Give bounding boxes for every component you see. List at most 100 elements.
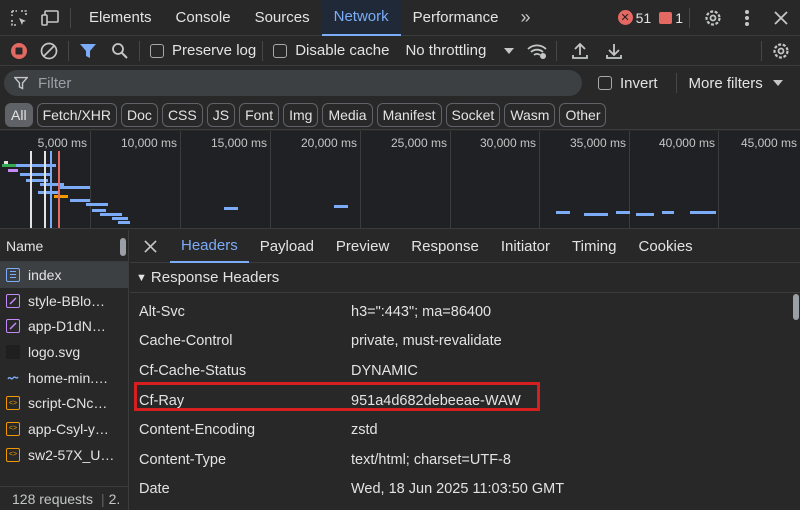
stylesheet-icon bbox=[6, 293, 20, 308]
tab-performance[interactable]: Performance bbox=[401, 0, 511, 36]
request-name: script-CNc… bbox=[28, 395, 108, 412]
inspect-element-icon[interactable] bbox=[6, 5, 32, 31]
response-header-row[interactable]: Content-Type text/html; charset=UTF-8 bbox=[130, 445, 790, 475]
checkbox-box[interactable] bbox=[150, 43, 164, 58]
clear-icon[interactable] bbox=[36, 38, 62, 64]
more-tabs-icon[interactable]: » bbox=[513, 5, 539, 31]
filter-chip-manifest[interactable]: Manifest bbox=[376, 102, 442, 127]
requests-summary: 128 requests | 2. bbox=[0, 486, 128, 510]
more-options-icon[interactable] bbox=[734, 5, 760, 31]
devtools-tab-bar: Elements Console Sources Network Performance… bbox=[0, 0, 800, 36]
waterfall-bar bbox=[662, 211, 674, 214]
timeline-tick-label: 20,000 ms bbox=[300, 136, 357, 150]
filter-chip-font[interactable]: Font bbox=[239, 102, 280, 127]
preserve-log-label: Preserve log bbox=[172, 42, 257, 59]
device-toolbar-icon[interactable] bbox=[38, 5, 64, 31]
export-har-icon[interactable] bbox=[601, 38, 627, 64]
filter-input[interactable]: Filter bbox=[4, 70, 582, 96]
header-value: Wed, 18 Jun 2025 11:03:50 GMT bbox=[351, 481, 565, 498]
checkbox-box[interactable] bbox=[598, 76, 612, 90]
settings-gear-icon[interactable] bbox=[700, 5, 726, 31]
filter-chip-js[interactable]: JS bbox=[206, 102, 236, 127]
header-name: Cf-Cache-Status bbox=[139, 362, 247, 379]
record-stop-icon[interactable] bbox=[6, 38, 32, 64]
response-header-row[interactable]: Date Wed, 18 Jun 2025 11:03:50 GMT bbox=[130, 475, 790, 505]
tab-console[interactable]: Console bbox=[164, 0, 243, 36]
filter-funnel-icon[interactable] bbox=[75, 38, 101, 64]
divider bbox=[139, 40, 140, 61]
filter-row: Filter Invert More filters bbox=[0, 67, 800, 99]
close-details-icon[interactable] bbox=[130, 239, 170, 253]
highlight-annotation-box bbox=[134, 381, 540, 411]
header-name: Content-Encoding bbox=[139, 422, 256, 439]
more-filters-dropdown[interactable]: More filters bbox=[689, 75, 783, 92]
filter-chip-other[interactable]: Other bbox=[559, 102, 607, 127]
invert-checkbox[interactable]: Invert bbox=[598, 75, 658, 92]
detail-tab-timing[interactable]: Timing bbox=[561, 230, 627, 263]
filter-chip-fetchxhr[interactable]: Fetch/XHR bbox=[36, 102, 118, 127]
request-row[interactable]: logo.svg bbox=[0, 339, 128, 365]
waterfall-bar bbox=[584, 213, 608, 216]
request-row[interactable]: index bbox=[0, 262, 128, 288]
response-header-row[interactable]: Alt-Svc h3=":443"; ma=86400 bbox=[130, 297, 790, 327]
request-row[interactable]: home-min.… bbox=[0, 365, 128, 391]
filter-chip-wasm[interactable]: Wasm bbox=[504, 102, 556, 127]
request-name: style-BBlo… bbox=[28, 292, 106, 309]
detail-tab-response[interactable]: Response bbox=[400, 230, 490, 263]
throttling-select[interactable]: No throttling bbox=[405, 42, 515, 59]
request-row[interactable]: <> sw2-57X_U… bbox=[0, 442, 128, 468]
issue-counter[interactable]: 1 bbox=[659, 10, 683, 26]
waterfall-bar bbox=[92, 209, 106, 212]
close-icon[interactable] bbox=[768, 5, 794, 31]
header-name: Date bbox=[139, 481, 170, 498]
tab-sources[interactable]: Sources bbox=[243, 0, 322, 36]
request-row[interactable]: <> script-CNc… bbox=[0, 390, 128, 416]
timeline-gridline bbox=[718, 131, 719, 228]
disable-cache-checkbox[interactable]: Disable cache bbox=[273, 42, 389, 59]
header-name: Alt-Svc bbox=[139, 303, 185, 320]
filter-chip-socket[interactable]: Socket bbox=[445, 102, 501, 127]
filter-chip-media[interactable]: Media bbox=[322, 102, 373, 127]
response-header-row[interactable]: Content-Encoding zstd bbox=[130, 415, 790, 445]
response-headers-section[interactable]: ▼ Response Headers bbox=[130, 263, 800, 293]
panel-tabs: Elements Console Sources Network Performance bbox=[77, 0, 511, 36]
filter-chip-img[interactable]: Img bbox=[283, 102, 319, 127]
waterfall-bar bbox=[38, 191, 58, 194]
detail-tab-headers[interactable]: Headers bbox=[170, 230, 249, 263]
name-column-header[interactable]: Name bbox=[0, 230, 128, 262]
tab-elements[interactable]: Elements bbox=[77, 0, 164, 36]
scrollbar-thumb[interactable] bbox=[793, 294, 799, 320]
scrollbar-thumb[interactable] bbox=[120, 238, 126, 256]
error-counter[interactable]: ✕ 51 bbox=[617, 10, 651, 26]
filter-chip-doc[interactable]: Doc bbox=[121, 102, 158, 127]
network-settings-gear-icon[interactable] bbox=[768, 38, 794, 64]
waterfall-bar bbox=[334, 205, 348, 208]
import-har-icon[interactable] bbox=[567, 38, 593, 64]
request-row[interactable]: style-BBlo… bbox=[0, 288, 128, 314]
filter-chip-all[interactable]: All bbox=[5, 102, 33, 127]
search-icon[interactable] bbox=[107, 38, 133, 64]
header-value: zstd bbox=[351, 422, 378, 439]
timeline-tick-label: 40,000 ms bbox=[658, 136, 715, 150]
timeline-tick-label: 45,000 ms bbox=[740, 136, 797, 150]
waterfall-bar bbox=[60, 186, 90, 189]
detail-tab-preview[interactable]: Preview bbox=[325, 230, 400, 263]
tab-network[interactable]: Network bbox=[321, 0, 401, 36]
request-name: sw2-57X_U… bbox=[28, 446, 115, 463]
script-icon: <> bbox=[6, 421, 20, 436]
filter-chip-css[interactable]: CSS bbox=[161, 102, 203, 127]
detail-tab-payload[interactable]: Payload bbox=[249, 230, 325, 263]
checkbox-box[interactable] bbox=[273, 43, 288, 58]
request-row[interactable]: app-D1dN… bbox=[0, 313, 128, 339]
response-header-row[interactable]: Cache-Control private, must-revalidate bbox=[130, 327, 790, 357]
preserve-log-checkbox[interactable]: Preserve log bbox=[150, 42, 256, 59]
network-overview-timeline[interactable]: 5,000 ms 10,000 ms 15,000 ms 20,000 ms 25,00… bbox=[0, 131, 800, 229]
network-conditions-icon[interactable] bbox=[524, 38, 550, 64]
divider bbox=[262, 40, 264, 61]
throttling-value: No throttling bbox=[405, 42, 487, 59]
timeline-gridline bbox=[180, 131, 181, 228]
detail-tab-cookies[interactable]: Cookies bbox=[627, 230, 703, 263]
request-name: app-D1dN… bbox=[28, 318, 106, 335]
detail-tab-initiator[interactable]: Initiator bbox=[490, 230, 561, 263]
request-row[interactable]: <> app-Csyl-y… bbox=[0, 416, 128, 442]
